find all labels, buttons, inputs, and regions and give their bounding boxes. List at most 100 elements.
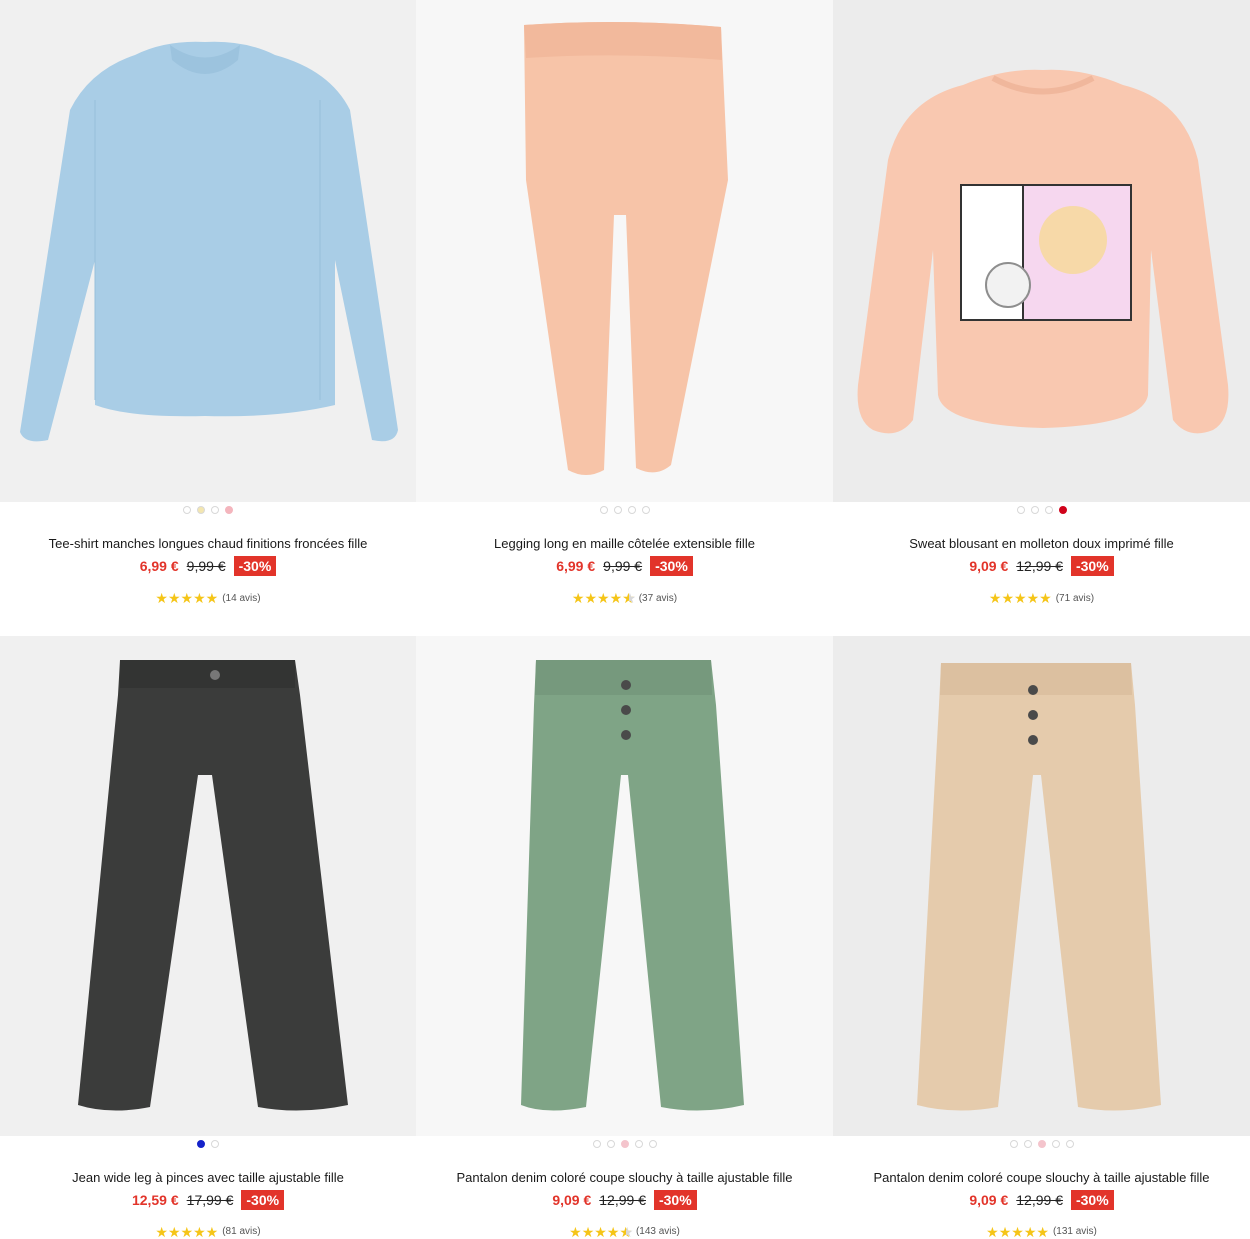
price-block: 9,09 € 12,99 € -30% — [969, 1189, 1114, 1210]
original-price: 9,99 € — [186, 558, 226, 574]
product-title[interactable]: Pantalon denim coloré coupe slouchy à ta… — [456, 1170, 792, 1185]
star-rating-icon: ★ ★ ★ ★ ★ — [986, 1225, 1049, 1239]
current-price: 12,59 € — [131, 1191, 179, 1208]
star-icon: ★ — [998, 1223, 1012, 1239]
price-block: 6,99 € 9,99 € -30% — [556, 556, 693, 576]
color-swatches — [592, 1139, 657, 1149]
star-icon: ★ — [1014, 590, 1027, 606]
review-count[interactable]: (71 avis) — [1056, 593, 1094, 604]
color-swatch[interactable] — [1065, 1140, 1074, 1148]
current-price: 9,09 € — [552, 1191, 592, 1208]
discount-badge: -30% — [1070, 1189, 1114, 1210]
discount-badge: -30% — [233, 556, 277, 576]
star-icon: ★ — [1036, 1223, 1049, 1239]
price-block: 6,99 € 9,99 € -30% — [140, 556, 277, 576]
color-swatch[interactable] — [225, 506, 233, 514]
rating: ★ ★ ★ ★ ★ (71 avis) — [989, 591, 1094, 605]
color-swatch[interactable] — [634, 1140, 643, 1148]
review-count[interactable]: (37 avis) — [639, 593, 677, 604]
star-rating-icon: ★ ★ ★ ★ ★ — [155, 1225, 218, 1239]
current-price: 6,99 € — [139, 558, 179, 574]
product-title[interactable]: Pantalon denim coloré coupe slouchy à ta… — [873, 1170, 1209, 1185]
color-swatch[interactable] — [648, 1140, 657, 1148]
color-swatch[interactable] — [620, 1140, 629, 1148]
discount-badge: -30% — [650, 556, 693, 576]
product-card[interactable]: Jean wide leg à pinces avec taille ajust… — [0, 636, 416, 1239]
rating: ★★★★★ (37 avis) — [572, 591, 677, 605]
product-image[interactable] — [833, 0, 1250, 502]
price-block: 9,09 € 12,99 € -30% — [969, 556, 1114, 576]
star-icon: ★ — [622, 591, 636, 605]
product-card[interactable]: Pantalon denim coloré coupe slouchy à ta… — [833, 636, 1250, 1239]
star-icon: ★ — [584, 590, 598, 606]
color-swatch[interactable] — [641, 506, 650, 514]
product-title[interactable]: Jean wide leg à pinces avec taille ajust… — [72, 1170, 344, 1185]
star-rating-icon: ★ ★ ★ ★ ★ — [155, 591, 218, 605]
star-icon: ★ — [167, 590, 181, 606]
color-swatch[interactable] — [1044, 506, 1053, 514]
product-card[interactable]: Sweat blousant en molleton doux imprimé … — [833, 0, 1250, 636]
star-icon: ★ — [193, 1223, 206, 1239]
original-price: 12,99 € — [1016, 558, 1063, 574]
star-icon: ★ — [1026, 590, 1040, 606]
star-icon: ★ — [193, 590, 206, 606]
price-block: 12,59 € 17,99 € -30% — [131, 1189, 285, 1210]
rating: ★ ★ ★ ★ ★ (81 avis) — [155, 1225, 260, 1239]
color-swatch[interactable] — [599, 506, 608, 514]
star-icon: ★ — [619, 1225, 633, 1239]
product-image[interactable] — [416, 636, 833, 1137]
color-swatch[interactable] — [197, 506, 205, 514]
product-image[interactable] — [0, 636, 416, 1137]
star-icon: ★ — [1039, 590, 1052, 606]
star-icon: ★ — [609, 590, 623, 606]
product-card[interactable]: Legging long en maille côtelée extensibl… — [416, 0, 833, 636]
product-image[interactable] — [833, 636, 1250, 1137]
star-icon: ★ — [180, 1223, 194, 1239]
color-swatch[interactable] — [211, 506, 219, 514]
review-count[interactable]: (131 avis) — [1053, 1226, 1097, 1237]
product-image[interactable] — [416, 0, 833, 502]
legging-image — [524, 21, 728, 475]
color-swatch[interactable] — [211, 1140, 219, 1148]
beige-pants-image — [917, 663, 1161, 1111]
color-swatch[interactable] — [197, 1140, 205, 1148]
review-count[interactable]: (14 avis) — [222, 593, 260, 604]
color-swatch[interactable] — [1058, 506, 1067, 514]
current-price: 9,09 € — [969, 1191, 1009, 1208]
color-swatch[interactable] — [1023, 1140, 1032, 1148]
product-card[interactable]: Tee-shirt manches longues chaud finition… — [0, 0, 416, 636]
original-price: 9,99 € — [603, 558, 643, 574]
product-card[interactable]: Pantalon denim coloré coupe slouchy à ta… — [416, 636, 833, 1239]
color-swatches — [1016, 505, 1067, 515]
product-image[interactable] — [0, 0, 416, 502]
color-swatch[interactable] — [1051, 1140, 1060, 1148]
color-swatch[interactable] — [1037, 1140, 1046, 1148]
color-swatch[interactable] — [1016, 506, 1025, 514]
color-swatch[interactable] — [1009, 1140, 1018, 1148]
star-rating-icon: ★ ★ ★ ★ ★ — [569, 1225, 633, 1239]
color-swatch[interactable] — [592, 1140, 601, 1148]
product-title[interactable]: Tee-shirt manches longues chaud finition… — [49, 536, 368, 551]
green-pants-image — [521, 660, 744, 1111]
current-price: 6,99 € — [556, 558, 596, 574]
garment-shape — [524, 21, 728, 475]
star-icon: ★ — [155, 1223, 168, 1239]
star-icon: ★ — [1001, 590, 1015, 606]
color-swatch[interactable] — [183, 506, 191, 514]
rating: ★ ★ ★ ★ ★ (14 avis) — [155, 591, 260, 605]
original-price: 12,99 € — [599, 1191, 646, 1208]
product-title[interactable]: Legging long en maille côtelée extensibl… — [494, 536, 755, 551]
color-swatch[interactable] — [1030, 506, 1039, 514]
review-count[interactable]: (81 avis) — [222, 1226, 260, 1237]
review-count[interactable]: (143 avis) — [636, 1226, 680, 1237]
star-icon: ★ — [205, 590, 219, 606]
star-icon: ★ — [571, 590, 585, 606]
current-price: 9,09 € — [969, 558, 1009, 574]
color-swatch[interactable] — [613, 506, 622, 514]
discount-badge: -30% — [1070, 556, 1114, 576]
product-title[interactable]: Sweat blousant en molleton doux imprimé … — [909, 536, 1173, 551]
product-grid: Tee-shirt manches longues chaud finition… — [0, 0, 1250, 1239]
long-sleeve-top-image — [20, 41, 398, 442]
color-swatch[interactable] — [627, 506, 636, 514]
color-swatch[interactable] — [606, 1140, 615, 1148]
